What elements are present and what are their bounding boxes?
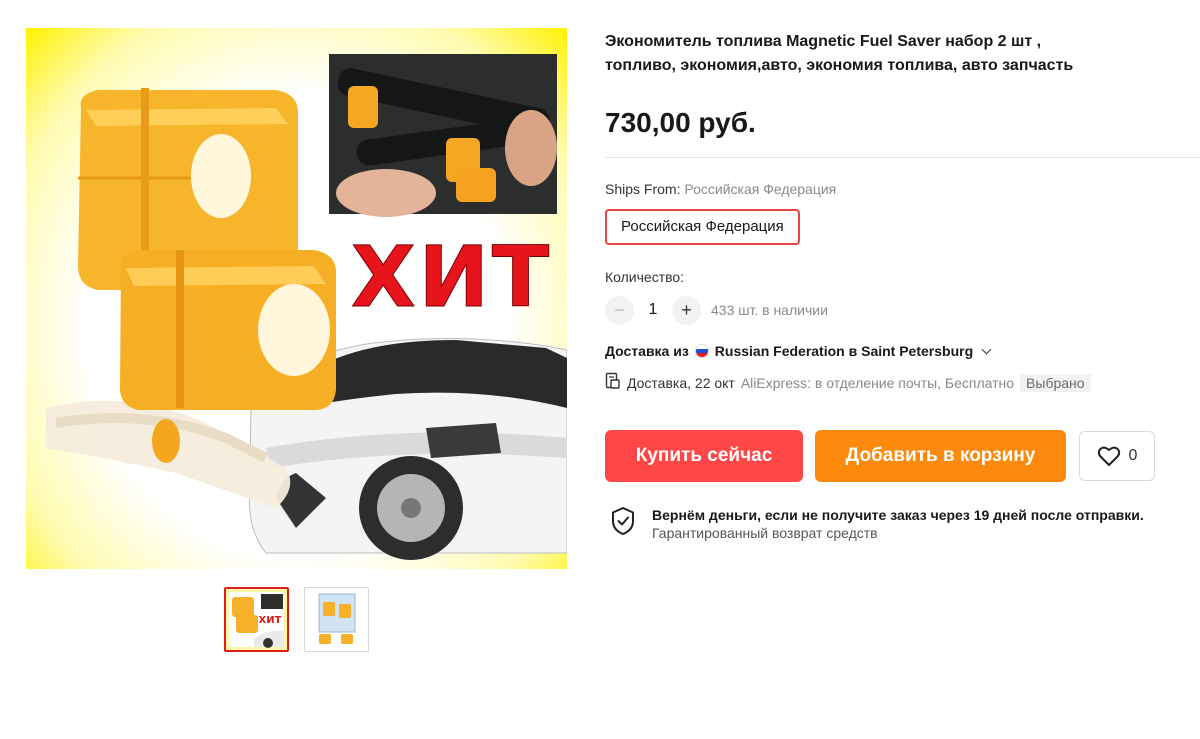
buyer-protection-subtitle: Гарантированный возврат средств <box>652 525 878 541</box>
ships-from-option-selected[interactable]: Российская Федерация <box>605 209 800 245</box>
thumbnail-1[interactable]: ХИТ <box>224 587 289 652</box>
delivery-selected-badge: Выбрано <box>1020 373 1091 392</box>
delivery-option: Доставка, 22 окт AliExpress: в отделение… <box>605 372 1091 393</box>
ships-from-value: Российская Федерация <box>684 181 837 197</box>
delivery-from-location: Russian Federation в Saint Petersburg <box>714 343 974 359</box>
product-price: 730,00 руб. <box>605 107 756 138</box>
buyer-protection: Вернём деньги, если не получите заказ че… <box>610 506 1144 542</box>
delivery-doc-icon <box>605 372 621 393</box>
thumbnail-2[interactable] <box>304 587 369 652</box>
wishlist-button[interactable]: 0 <box>1079 431 1155 481</box>
ships-from: Ships From: Российская Федерация <box>605 181 836 197</box>
stock-available: 433 шт. в наличии <box>711 302 828 318</box>
add-to-cart-button[interactable]: Добавить в корзину <box>815 430 1066 482</box>
magnet-bottom <box>120 250 336 410</box>
quantity-increment-button[interactable]: + <box>672 295 701 325</box>
quantity-stepper: − 1 + 433 шт. в наличии <box>605 295 828 325</box>
delivery-from-selector[interactable]: Доставка из Russian Federation в Saint P… <box>605 343 992 359</box>
delivery-method: в отделение почты, Бесплатно <box>814 374 1015 391</box>
delivery-from-label: Доставка из <box>605 343 689 359</box>
hit-badge-text: ХИТ <box>350 228 553 327</box>
divider <box>605 157 1200 158</box>
product-main-image[interactable]: ХИТ <box>26 28 567 569</box>
delivery-carrier: AliExpress: <box>740 374 811 391</box>
shield-check-icon <box>612 507 634 535</box>
thumbnail-strip: ХИТ <box>224 587 369 652</box>
product-title: Экономитель топлива Magnetic Fuel Saver … <box>605 33 1074 74</box>
buy-now-button[interactable]: Купить сейчас <box>605 430 803 482</box>
buyer-protection-title: Вернём деньги, если не получите заказ че… <box>652 507 1144 523</box>
delivery-date: Доставка, 22 окт <box>627 374 735 391</box>
thumbnail-1-image: ХИТ <box>226 589 287 650</box>
ships-from-label: Ships From: <box>605 181 681 197</box>
quantity-decrement-button[interactable]: − <box>605 295 634 325</box>
quantity-label: Количество: <box>605 269 685 285</box>
chevron-down-icon <box>981 344 992 354</box>
thumbnail-2-image <box>305 588 368 651</box>
heart-icon <box>1097 446 1120 466</box>
buyer-protection-text: Вернём деньги, если не получите заказ че… <box>652 506 1144 542</box>
svg-text:ХИТ: ХИТ <box>259 615 282 626</box>
product-info-panel: Экономитель топлива Magnetic Fuel Saver … <box>605 0 1200 739</box>
russia-flag-icon <box>694 344 709 358</box>
quantity-value[interactable]: 1 <box>634 301 672 319</box>
wishlist-count: 0 <box>1128 447 1138 464</box>
